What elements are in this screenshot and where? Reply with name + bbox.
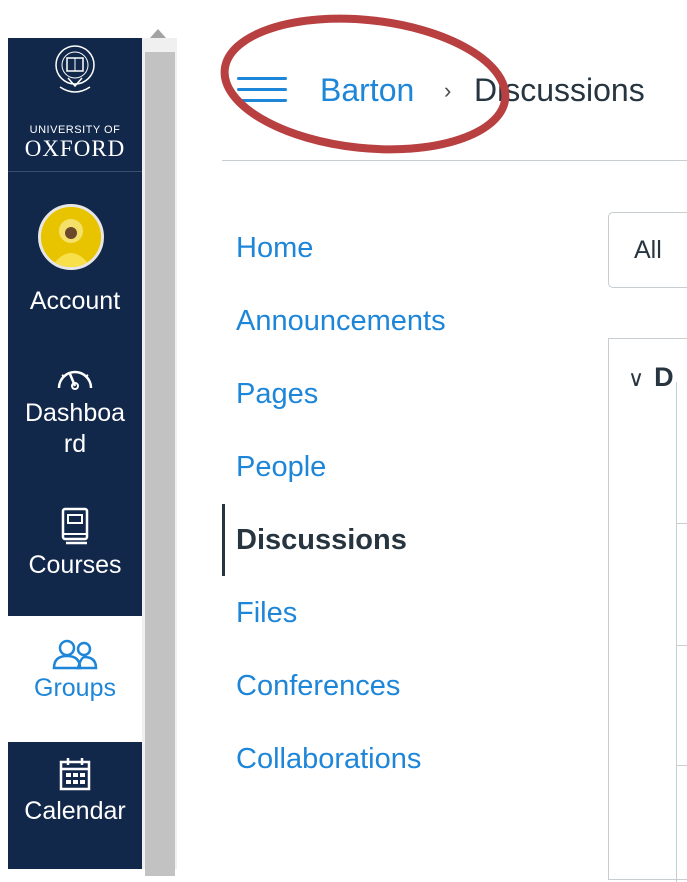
nav-dashboard-label: Dashboa rd (24, 399, 126, 458)
course-nav-home[interactable]: Home (236, 232, 313, 265)
course-nav-people[interactable]: People (236, 451, 326, 484)
nav-account[interactable]: Account (8, 286, 142, 316)
university-logo[interactable]: UNIVERSITY OF OXFORD (8, 38, 142, 172)
calendar-icon (59, 758, 91, 791)
nav-courses[interactable]: Courses (8, 506, 142, 580)
book-icon (61, 507, 89, 545)
nav-scrollbar[interactable] (142, 29, 177, 876)
global-nav: UNIVERSITY OF OXFORD Account Dashboa rd (8, 38, 142, 869)
course-nav-announcements[interactable]: Announcements (236, 305, 446, 338)
course-nav-files[interactable]: Files (236, 597, 297, 630)
nav-groups-label: Groups (34, 674, 116, 702)
groups-icon (52, 639, 98, 670)
avatar[interactable] (38, 204, 104, 270)
breadcrumb-current: Discussions (474, 72, 645, 108)
logo-big-text: OXFORD (24, 136, 126, 161)
chevron-down-icon: ∨ (628, 366, 645, 391)
course-nav-discussions[interactable]: Discussions (236, 524, 407, 557)
scroll-up-arrow-icon[interactable] (150, 29, 166, 38)
nav-calendar-label: Calendar (24, 797, 126, 825)
active-indicator (222, 504, 225, 576)
logo-small-text: UNIVERSITY OF (29, 124, 121, 136)
section-header-text: D (654, 362, 674, 392)
nav-calendar[interactable]: Calendar (8, 756, 142, 826)
nav-groups[interactable]: Groups (8, 616, 142, 742)
nav-courses-label: Courses (28, 551, 122, 579)
course-nav-pages[interactable]: Pages (236, 378, 318, 411)
list-row-divider (676, 523, 687, 524)
hamburger-menu-icon[interactable] (237, 73, 287, 105)
discussion-list (676, 382, 687, 882)
section-toggle[interactable]: ∨ D (628, 362, 674, 393)
list-row-divider (676, 645, 687, 646)
header-divider (222, 160, 687, 161)
nav-dashboard[interactable]: Dashboa rd (8, 360, 142, 460)
breadcrumb-separator: › (444, 78, 452, 103)
oxford-crest-icon (55, 45, 95, 93)
course-nav-collaborations[interactable]: Collaborations (236, 743, 421, 776)
nav-account-label: Account (29, 287, 121, 315)
filter-select-value: All (634, 236, 662, 264)
breadcrumb-course-link[interactable]: Barton (320, 72, 414, 109)
course-nav-conferences[interactable]: Conferences (236, 670, 400, 703)
list-row-divider (676, 765, 687, 766)
dashboard-gauge-icon (57, 370, 93, 390)
scrollbar-thumb[interactable] (145, 52, 175, 876)
